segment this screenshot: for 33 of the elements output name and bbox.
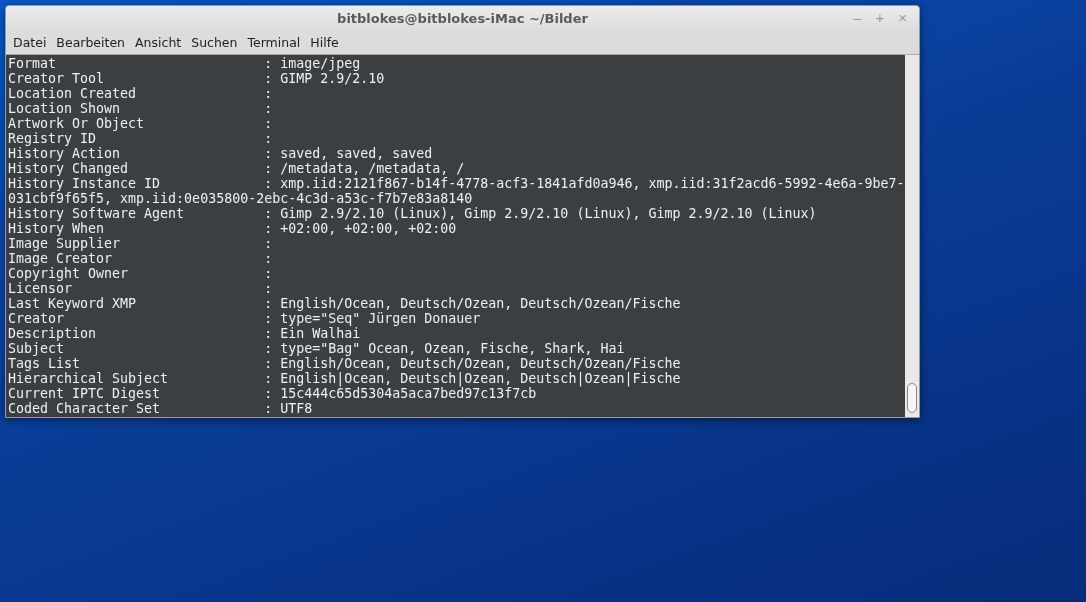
terminal-line: Image Supplier : xyxy=(8,236,273,251)
terminal-line: Creator : type="Seq" Jürgen Donauer xyxy=(8,311,481,326)
menu-item[interactable]: Datei xyxy=(13,35,47,51)
terminal-line: Creator Tool : GIMP 2.9/2.10 xyxy=(8,71,385,86)
menu-item[interactable]: Bearbeiten xyxy=(56,35,126,51)
terminal-line: Image Creator : xyxy=(8,251,273,266)
terminal-line: Licensor : xyxy=(8,281,273,296)
terminal-line: History Changed : /metadata, /metadata, / xyxy=(8,161,465,176)
terminal-line: 031cbf9f65f5, xmp.iid:0e035800-2ebc-4c3d-a53c-f7b7e83a8140 xyxy=(8,191,473,206)
terminal-line: Format : image/jpeg xyxy=(8,56,361,71)
terminal-line: History Software Agent : Gimp 2.9/2.10 (Linux), Gimp 2.9/2.10 (Linux), Gimp 2.9/2.10 (Linux) xyxy=(8,206,817,221)
terminal-line: History Instance ID : xmp.iid:2121f867-b14f-4778-acf3-1841afd0a946, xmp.iid:31f2acd6-5992-4e6a-9be7- xyxy=(8,176,905,191)
menu-item[interactable]: Hilfe xyxy=(310,35,339,51)
menu-item[interactable]: Ansicht xyxy=(135,35,182,51)
menu-item[interactable]: Suchen xyxy=(191,35,238,51)
terminal-line: Hierarchical Subject : English|Ocean, Deutsch|Ozean, Deutsch|Ozean|Fische xyxy=(8,371,681,386)
menu-item[interactable]: Terminal xyxy=(247,35,301,51)
scrollbar[interactable] xyxy=(905,55,919,417)
terminal-line: Coded Character Set : UTF8 xyxy=(8,401,313,416)
terminal-line: Registry ID : xyxy=(8,131,273,146)
terminal-line: Last Keyword XMP : English/Ocean, Deutsch/Ozean, Deutsch/Ozean/Fische xyxy=(8,296,681,311)
terminal-line: Description : Ein Walhai xyxy=(8,326,361,341)
scrollbar-thumb[interactable] xyxy=(907,383,917,413)
terminal-line: Tags List : English/Ocean, Deutsch/Ozean, Deutsch/Ozean/Fische xyxy=(8,356,681,371)
window-title: bitblokes@bitblokes-iMac ~/Bilder xyxy=(337,10,588,29)
terminal-line: History Action : saved, saved, saved xyxy=(8,146,433,161)
terminal-line: Copyright Owner : xyxy=(8,266,273,281)
terminal-line: Location Shown : xyxy=(8,101,273,116)
terminal-line: Subject : type="Bag" Ocean, Ozean, Fische, Shark, Hai xyxy=(8,341,625,356)
terminal-line: Location Created : xyxy=(8,86,273,101)
terminal-line: Current IPTC Digest : 15c444c65d5304a5aca7bed97c13f7cb xyxy=(8,386,537,401)
terminal-line: Artwork Or Object : xyxy=(8,116,273,131)
terminal-line: History When : +02:00, +02:00, +02:00 xyxy=(8,221,457,236)
